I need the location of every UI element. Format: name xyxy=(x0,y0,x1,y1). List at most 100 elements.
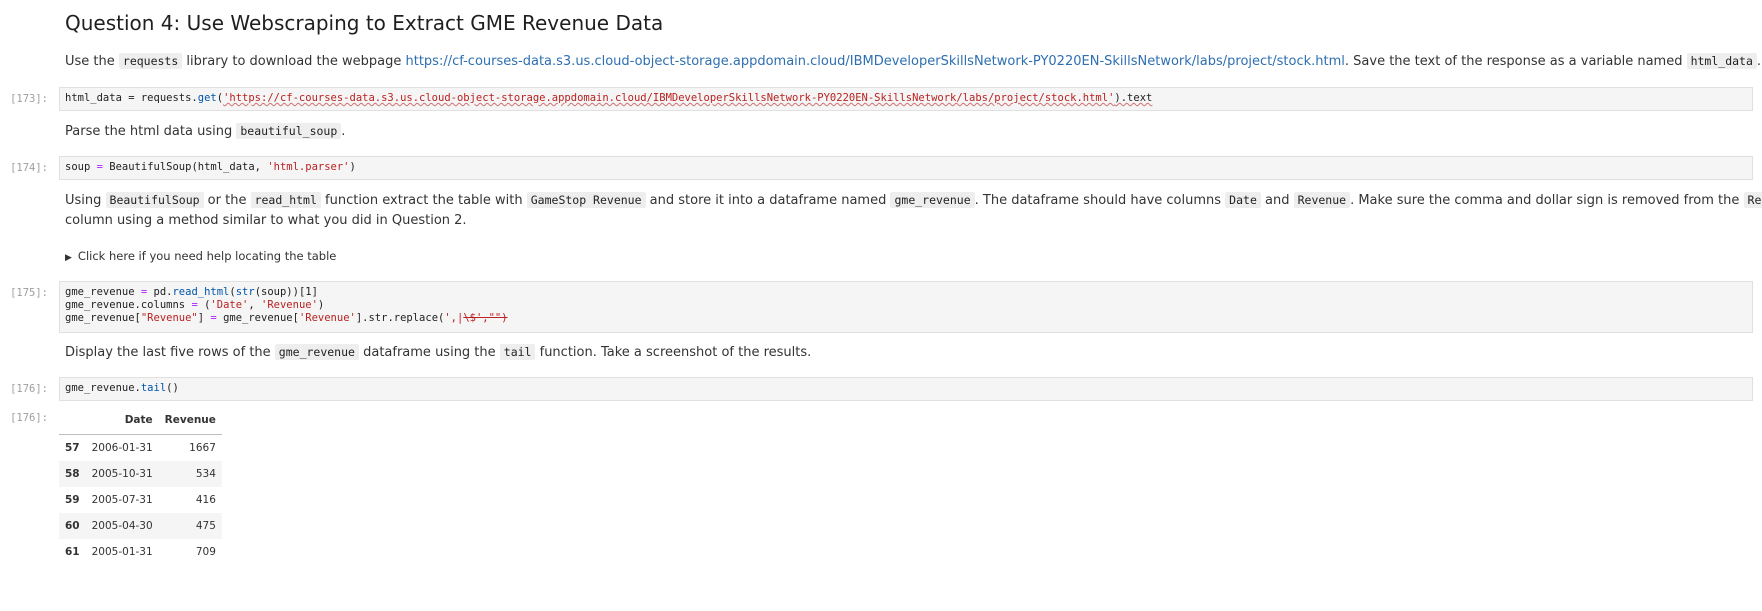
code-token: pd. xyxy=(147,286,173,298)
date-cell: 2005-04-30 xyxy=(91,520,153,532)
date-cell: 2005-07-31 xyxy=(91,494,153,506)
code-token: , xyxy=(248,299,262,311)
using-text: . The dataframe should have columns xyxy=(974,193,1226,208)
using-text: . Make sure the comma and dollar sign is… xyxy=(1350,193,1744,208)
intro-text-3: . Save the text of the response as a var… xyxy=(1344,54,1687,69)
code-token: 'html.parser' xyxy=(267,161,350,173)
table-row: 59 2005-07-31 416 xyxy=(59,487,222,513)
display-text: Display the last five rows of the xyxy=(65,345,275,360)
gamestop-revenue-inline-code: GameStop Revenue xyxy=(526,192,646,208)
code-cell-176[interactable]: gme_revenue.tail() xyxy=(59,377,1753,401)
parse-text-2: . xyxy=(341,124,346,139)
dataframe-table: Date Revenue 57 2006-01-31 1667 58 2005-… xyxy=(59,406,222,565)
code-token: ].str.replace( xyxy=(355,312,445,324)
code-token: 'https://cf-courses-data.s3.us.cloud-obj… xyxy=(223,92,1115,104)
code-token: BeautifulSoup(html_data, xyxy=(102,161,268,173)
stock-html-link[interactable]: https://cf-courses-data.s3.us.cloud-obje… xyxy=(406,54,1345,69)
output-176-prompt: [176]: xyxy=(10,412,48,424)
table-header-row: Date Revenue xyxy=(59,406,222,435)
revenue-inline-code: Revenue xyxy=(1293,192,1351,208)
revenue-cell: 1667 xyxy=(189,442,216,454)
read-html-inline-code: read_html xyxy=(250,192,321,208)
gme-revenue-inline-code: gme_revenue xyxy=(890,192,975,208)
date-inline-code: Date xyxy=(1225,192,1261,208)
dataframe-output: Date Revenue 57 2006-01-31 1667 58 2005-… xyxy=(59,406,222,565)
code-token: gme_revenue.columns xyxy=(65,299,192,311)
cell-174-prompt: [174]: xyxy=(10,162,48,174)
table-row: 58 2005-10-31 534 xyxy=(59,461,222,487)
code-cell-174[interactable]: soup = BeautifulSoup(html_data, 'html.pa… xyxy=(59,156,1753,180)
table-row: 61 2005-01-31 709 xyxy=(59,539,222,565)
details-summary-text: Click here if you need help locating the… xyxy=(77,249,337,263)
code-token: ) xyxy=(349,161,356,173)
code-token: 'Revenue' xyxy=(298,312,356,324)
date-cell: 2005-10-31 xyxy=(91,468,153,480)
intro-text-4: . xyxy=(1756,54,1762,69)
cell-173-prompt: [173]: xyxy=(10,93,48,105)
using-text: or the xyxy=(203,193,251,208)
revenue-cell: 416 xyxy=(195,494,216,506)
using-text-line-2: column using a method similar to what yo… xyxy=(65,213,467,228)
code-token: str xyxy=(235,286,255,298)
intro-paragraph: Use the requests library to download the… xyxy=(65,51,1761,72)
cell-175-prompt: [175]: xyxy=(10,287,48,299)
display-paragraph: Display the last five rows of the gme_re… xyxy=(65,342,811,363)
using-paragraph: Using BeautifulSoup or the read_html fun… xyxy=(65,190,1762,231)
row-index: 57 xyxy=(65,442,80,454)
code-token: soup xyxy=(65,161,97,173)
tail-inline-code: tail xyxy=(499,344,536,360)
code-token: html_data = requests. xyxy=(65,92,198,104)
beautifulsoup-inline-code: BeautifulSoup xyxy=(105,192,204,208)
code-token: tail xyxy=(140,382,167,394)
code-token: \$',"") xyxy=(463,312,508,324)
revenue-column-header: Revenue xyxy=(158,406,222,435)
code-token: "Revenue" xyxy=(140,312,198,324)
html-data-inline-code: html_data xyxy=(1686,53,1757,69)
code-token: ] xyxy=(197,312,211,324)
disclosure-triangle-icon: ▶ xyxy=(65,253,72,263)
code-token: gme_revenue[ xyxy=(216,312,299,324)
code-token: read_html xyxy=(172,286,230,298)
code-token: gme_revenue[ xyxy=(65,312,141,324)
requests-inline-code: requests xyxy=(118,53,183,69)
code-cell-173[interactable]: html_data = requests.get('https://cf-cou… xyxy=(59,87,1753,111)
code-token: ( xyxy=(197,299,211,311)
gme-revenue-inline-code: gme_revenue xyxy=(274,344,359,360)
code-token: () xyxy=(166,382,179,394)
code-token: ).text xyxy=(1114,92,1153,104)
row-index: 59 xyxy=(65,494,80,506)
code-token: gme_revenue xyxy=(65,286,141,298)
using-text: Using xyxy=(65,193,106,208)
table-row: 57 2006-01-31 1667 xyxy=(59,435,222,462)
index-header xyxy=(59,406,86,435)
help-details-summary[interactable]: ▶ Click here if you need help locating th… xyxy=(65,249,336,263)
code-token: (soup))[1] xyxy=(254,286,318,298)
display-text: function. Take a screenshot of the resul… xyxy=(535,345,812,360)
code-token: 'Date' xyxy=(210,299,249,311)
row-index: 58 xyxy=(65,468,80,480)
using-text: and store it into a dataframe named xyxy=(645,193,891,208)
date-column-header: Date xyxy=(85,406,159,435)
beautiful-soup-inline-code: beautiful_soup xyxy=(236,123,342,139)
intro-text-2: library to download the webpage xyxy=(182,54,406,69)
using-text: function extract the table with xyxy=(320,193,527,208)
code-token: ',| xyxy=(444,312,464,324)
revenue-inline-code: Revenue xyxy=(1743,192,1762,208)
revenue-cell: 709 xyxy=(195,546,216,558)
table-row: 60 2005-04-30 475 xyxy=(59,513,222,539)
date-cell: 2006-01-31 xyxy=(91,442,153,454)
intro-text-1: Use the xyxy=(65,54,119,69)
date-cell: 2005-01-31 xyxy=(91,546,153,558)
code-token: ) xyxy=(317,299,325,311)
code-token: get xyxy=(197,92,217,104)
parse-paragraph: Parse the html data using beautiful_soup… xyxy=(65,121,345,142)
code-token: 'Revenue' xyxy=(261,299,318,311)
row-index: 61 xyxy=(65,546,80,558)
parse-text-1: Parse the html data using xyxy=(65,124,237,139)
row-index: 60 xyxy=(65,520,80,532)
code-cell-175[interactable]: gme_revenue = pd.read_html(str(soup))[1]… xyxy=(59,281,1753,333)
revenue-cell: 475 xyxy=(195,520,216,532)
code-token: gme_revenue. xyxy=(65,382,141,394)
cell-176-prompt: [176]: xyxy=(10,383,48,395)
question-4-heading: Question 4: Use Webscraping to Extract G… xyxy=(65,11,664,35)
